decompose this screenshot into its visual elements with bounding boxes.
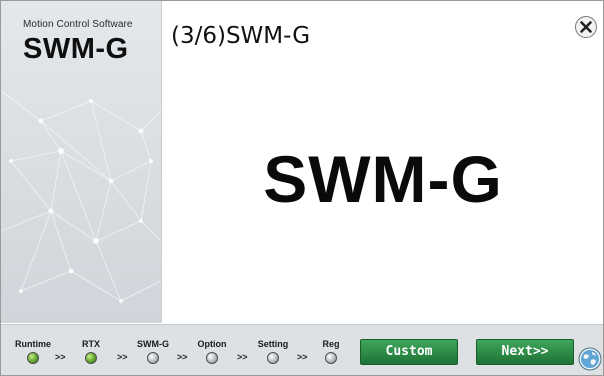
step-separator: >> (237, 352, 248, 362)
status-led-icon (85, 352, 97, 364)
step-label: Reg (322, 339, 340, 349)
status-led-icon (147, 352, 159, 364)
step-runtime: Runtime (8, 339, 58, 364)
step-option: Option (187, 339, 237, 364)
step-separator: >> (177, 352, 188, 362)
step-label: RTX (82, 339, 100, 349)
next-button[interactable]: Next>> (476, 339, 574, 365)
custom-button[interactable]: Custom (360, 339, 458, 365)
status-led-icon (27, 352, 39, 364)
close-button[interactable] (575, 16, 597, 38)
installer-window: Motion Control Software SWM-G (3/6)SWM-G… (0, 0, 604, 376)
step-separator: >> (55, 352, 66, 362)
sidebar-panel: Motion Control Software SWM-G (1, 1, 162, 323)
step-setting: Setting (248, 339, 298, 364)
close-icon (580, 21, 592, 33)
step-reg: Reg (306, 339, 356, 364)
step-label: Runtime (15, 339, 51, 349)
step-rtx: RTX (66, 339, 116, 364)
status-led-icon (267, 352, 279, 364)
page-title: (3/6)SWM-G (171, 23, 311, 49)
step-label: Option (197, 339, 227, 349)
step-separator: >> (117, 352, 128, 362)
brand-title: SWM-G (23, 33, 129, 65)
brand-subtitle: Motion Control Software (23, 19, 133, 30)
product-heading: SWM-G (263, 142, 503, 216)
step-label: SWM-G (137, 339, 169, 349)
globe-icon[interactable] (578, 347, 602, 371)
step-swm-g: SWM-G (128, 339, 178, 364)
step-label: Setting (257, 339, 289, 349)
status-led-icon (325, 352, 337, 364)
status-led-icon (206, 352, 218, 364)
